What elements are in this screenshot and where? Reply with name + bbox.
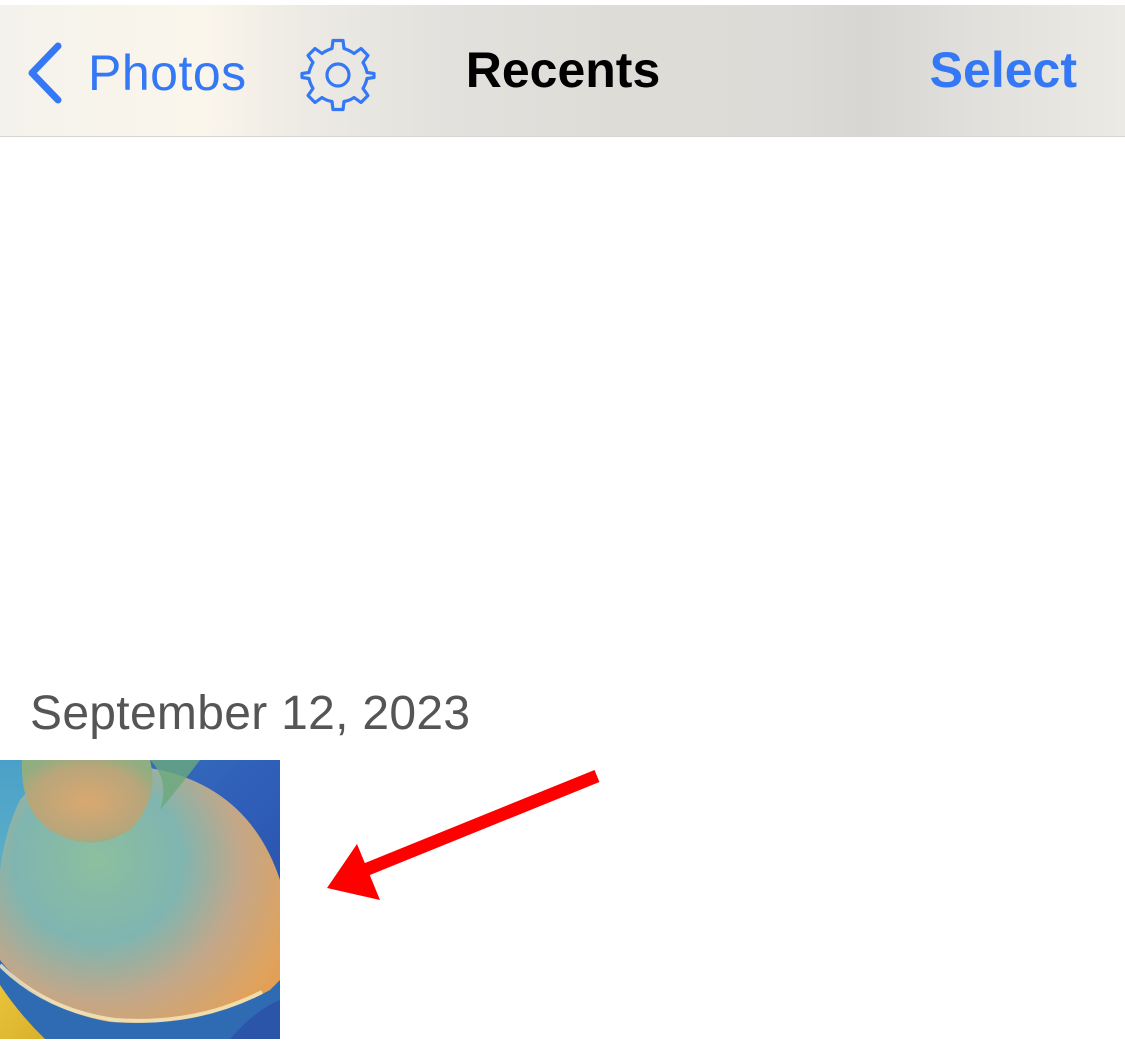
page-title: Recents xyxy=(465,42,661,98)
annotation-arrow xyxy=(327,769,600,900)
settings-button[interactable] xyxy=(300,37,376,113)
photos-recents-screen: Photos Recents Select September 12, 2023 xyxy=(0,0,1125,1055)
gear-icon xyxy=(300,38,376,112)
photo-thumbnail[interactable] xyxy=(0,760,280,1039)
wallpaper-image xyxy=(0,760,280,1039)
navigation-bar: Photos Recents Select xyxy=(0,5,1125,137)
back-to-photos-button[interactable]: Photos xyxy=(24,35,247,111)
back-button-label: Photos xyxy=(88,45,247,101)
select-button[interactable]: Select xyxy=(930,41,1077,99)
chevron-left-icon xyxy=(28,42,62,104)
section-date-header: September 12, 2023 xyxy=(30,687,471,740)
